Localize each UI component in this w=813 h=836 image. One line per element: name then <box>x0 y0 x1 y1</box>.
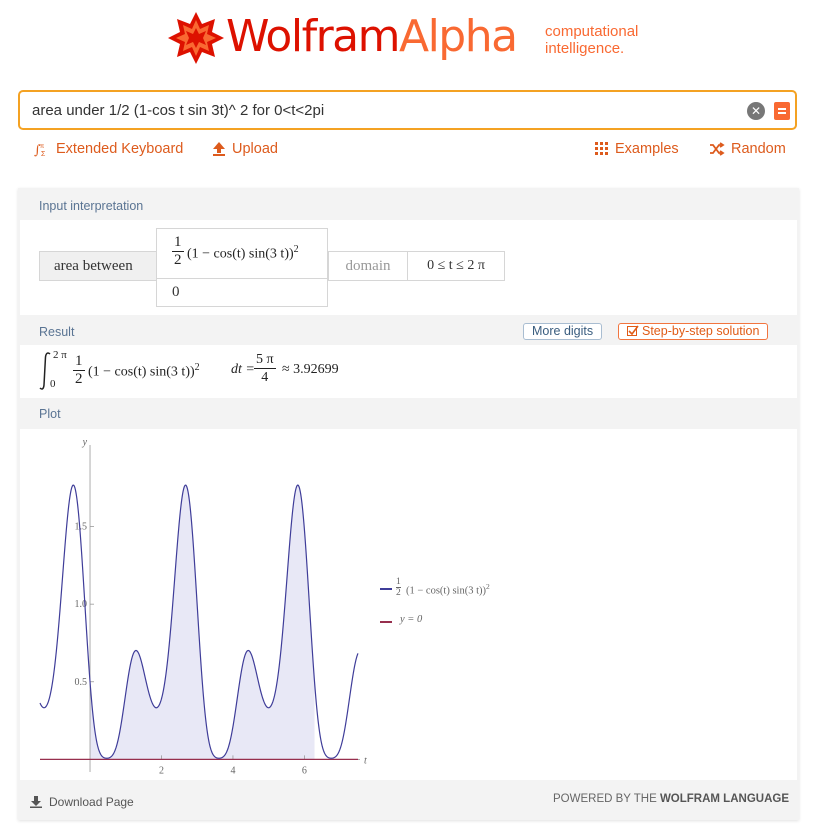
powered-by: POWERED BY THE WOLFRAM LANGUAGE <box>553 793 789 805</box>
integral-lower-limit: 0 <box>50 378 56 390</box>
x-tick-label: 2 <box>159 765 164 776</box>
lower-function-cell: 0 <box>156 278 328 307</box>
examples-label: Examples <box>615 141 679 157</box>
result-fraction: 5 π 4 <box>254 352 276 385</box>
y-tick-label: 0.5 <box>75 677 88 688</box>
extended-keyboard-label: Extended Keyboard <box>56 141 184 157</box>
upload-link[interactable]: Upload <box>212 141 278 157</box>
spikey-logo-icon <box>168 12 224 64</box>
upload-icon <box>213 142 225 156</box>
plot-title: Plot <box>39 407 61 421</box>
search-box: ✕ <box>18 90 797 130</box>
y-axis-label: y <box>82 437 88 448</box>
area-between-label: area between <box>39 251 157 281</box>
clear-icon[interactable]: ✕ <box>747 102 765 120</box>
upload-label: Upload <box>232 141 278 157</box>
svg-text:Σ: Σ <box>41 151 46 157</box>
shaded-area-region <box>90 485 315 760</box>
step-by-step-button[interactable]: Step-by-step solution <box>618 323 769 340</box>
svg-text:π: π <box>40 144 44 150</box>
checkbox-icon <box>627 325 639 336</box>
domain-value: 0 ≤ t ≤ 2 π <box>407 251 505 281</box>
wolfram-alpha-logo[interactable]: WolframAlpha computational intelligence. <box>168 10 658 70</box>
legend-label-function: (1 − cos(t) sin(3 t))2 <box>406 582 490 597</box>
upper-function-cell: 1 2 (1 − cos(t) sin(3 t))2 <box>156 228 328 279</box>
plot-chart: 2 4 60.51.01.5ty <box>39 437 367 776</box>
random-label: Random <box>731 141 786 157</box>
y-tick-label: 1.5 <box>75 522 88 533</box>
input-interpretation-title: Input interpretation <box>39 199 144 213</box>
extended-keyboard-link[interactable]: ∫ π Σ Extended Keyboard <box>34 141 183 157</box>
differential: dt = <box>231 362 255 377</box>
domain-label: domain <box>328 251 408 281</box>
legend-fraction: 1 2 <box>396 577 401 598</box>
x-tick-label: 4 <box>230 765 235 776</box>
result-title: Result <box>39 325 75 339</box>
keyboard-math-icon: ∫ πΣ <box>34 143 46 157</box>
legend-swatch-function <box>380 588 392 590</box>
download-page-label: Download Page <box>49 795 134 809</box>
examples-link[interactable]: Examples <box>595 141 679 157</box>
search-input[interactable] <box>32 98 732 122</box>
legend-swatch-zero <box>380 621 392 623</box>
approx-value: ≈ 3.92699 <box>282 362 339 377</box>
half-fraction: 1 2 <box>73 353 85 387</box>
legend-label-zero: y = 0 <box>400 614 423 625</box>
integrand: (1 − cos(t) sin(3 t))2 <box>88 362 200 380</box>
more-digits-button[interactable]: More digits <box>523 323 603 340</box>
grid-dots-icon <box>595 142 608 155</box>
plot-pod: 2 4 6 0.5 1.0 1.5 t y 1 2 (1 − cos(t) sin(3 t))… <box>20 429 797 780</box>
compute-button[interactable] <box>774 102 790 120</box>
step-by-step-label: Step-by-step solution <box>642 324 760 338</box>
integral-upper-limit: 2 π <box>53 349 67 361</box>
shuffle-icon <box>710 142 725 156</box>
logo-tagline: computational intelligence. <box>545 23 639 57</box>
input-interpretation-pod: area between 1 2 (1 − cos(t) sin(3 t))2 … <box>20 220 797 315</box>
results-panel: Input interpretation area between 1 2 (1… <box>18 188 799 820</box>
logo-wordmark: WolframAlpha <box>226 11 518 62</box>
download-icon <box>30 796 42 808</box>
download-page-link[interactable]: Download Page <box>30 795 134 809</box>
result-pod: 2 π 0 1 2 (1 − cos(t) sin(3 t))2 dt = 5 … <box>20 345 797 398</box>
x-tick-label: 6 <box>302 765 307 776</box>
random-link[interactable]: Random <box>709 141 786 157</box>
x-axis-label: t <box>364 755 367 766</box>
